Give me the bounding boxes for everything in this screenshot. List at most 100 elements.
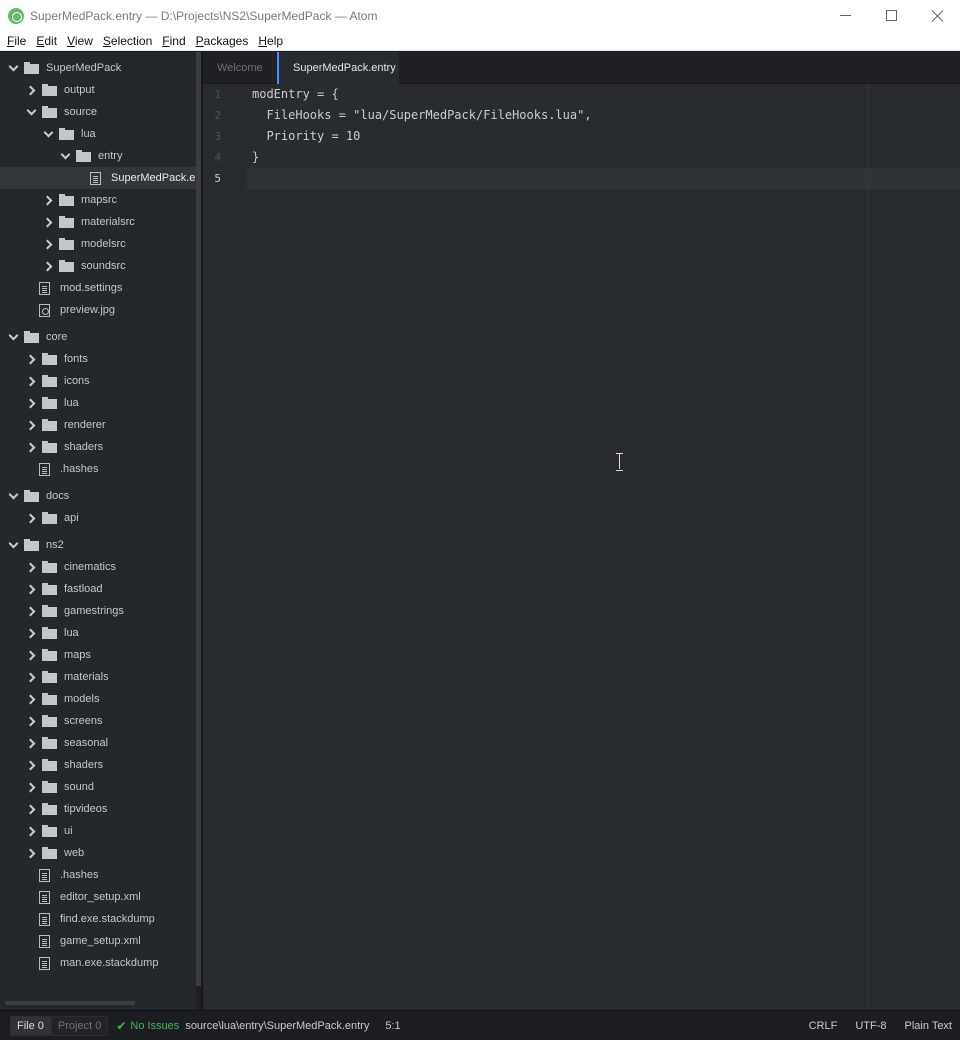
code-line[interactable]: modEntry = { bbox=[252, 87, 339, 101]
tree-folder-row[interactable]: lua bbox=[0, 622, 196, 644]
tree-folder-row[interactable]: tipvideos bbox=[0, 798, 196, 820]
chevron-right-icon[interactable] bbox=[26, 650, 36, 660]
chevron-right-icon[interactable] bbox=[26, 562, 36, 572]
chevron-right-icon[interactable] bbox=[26, 85, 36, 95]
tree-folder-row[interactable]: screens bbox=[0, 710, 196, 732]
tree-folder-row[interactable]: docs bbox=[0, 485, 196, 507]
tree-folder-row[interactable]: source bbox=[0, 101, 196, 123]
tree-folder-row[interactable]: output bbox=[0, 79, 196, 101]
chevron-right-icon[interactable] bbox=[43, 195, 53, 205]
menu-item[interactable]: Edit bbox=[31, 34, 62, 48]
tree-folder-row[interactable]: lua bbox=[0, 392, 196, 414]
tree-folder-row[interactable]: fonts bbox=[0, 348, 196, 370]
tree-folder-row[interactable]: modelsrc bbox=[0, 233, 196, 255]
menu-item[interactable]: Help bbox=[253, 34, 288, 48]
tree-folder-row[interactable]: core bbox=[0, 326, 196, 348]
text-editor[interactable]: 1 2 3 4 5 modEntry = { FileHooks = "lua/Supe… bbox=[203, 84, 960, 1010]
chevron-down-icon[interactable] bbox=[8, 332, 18, 342]
tree-folder-row[interactable]: fastload bbox=[0, 578, 196, 600]
menu-item[interactable]: View bbox=[62, 34, 98, 48]
chevron-right-icon[interactable] bbox=[26, 513, 36, 523]
chevron-down-icon[interactable] bbox=[26, 107, 36, 117]
chevron-right-icon[interactable] bbox=[26, 672, 36, 682]
chevron-right-icon[interactable] bbox=[26, 398, 36, 408]
chevron-right-icon[interactable] bbox=[26, 826, 36, 836]
tree-folder-row[interactable]: renderer bbox=[0, 414, 196, 436]
tree-file-row[interactable]: .hashes bbox=[0, 458, 196, 480]
tree-folder-row[interactable]: SuperMedPack bbox=[0, 57, 196, 79]
maximize-button[interactable] bbox=[868, 0, 914, 31]
tree-folder-row[interactable]: ns2 bbox=[0, 534, 196, 556]
chevron-right-icon[interactable] bbox=[26, 716, 36, 726]
code-line[interactable]: FileHooks = "lua/SuperMedPack/FileHooks.… bbox=[252, 108, 591, 122]
tree-folder-row[interactable]: materialsrc bbox=[0, 211, 196, 233]
chevron-down-icon[interactable] bbox=[8, 491, 18, 501]
tree-horizontal-scrollbar[interactable] bbox=[5, 1001, 135, 1005]
tree-folder-row[interactable]: ui bbox=[0, 820, 196, 842]
chevron-right-icon[interactable] bbox=[26, 420, 36, 430]
tree-folder-row[interactable]: soundsrc bbox=[0, 255, 196, 277]
linter-status[interactable]: No Issues bbox=[130, 1020, 179, 1032]
file-path[interactable]: source\lua\entry\SuperMedPack.entry bbox=[185, 1020, 369, 1032]
tree-file-row[interactable]: SuperMedPack.entry bbox=[0, 167, 196, 189]
chevron-down-icon[interactable] bbox=[8, 63, 18, 73]
menu-item[interactable]: Find bbox=[157, 34, 190, 48]
chevron-right-icon[interactable] bbox=[26, 442, 36, 452]
chevron-right-icon[interactable] bbox=[43, 261, 53, 271]
tree-file-row[interactable]: find.exe.stackdump bbox=[0, 908, 196, 930]
chevron-right-icon[interactable] bbox=[26, 606, 36, 616]
tab-supermedpack-entry[interactable]: SuperMedPack.entry bbox=[277, 52, 399, 84]
chevron-right-icon[interactable] bbox=[26, 782, 36, 792]
chevron-right-icon[interactable] bbox=[26, 804, 36, 814]
menu-item[interactable]: Packages bbox=[191, 34, 254, 48]
chevron-right-icon[interactable] bbox=[26, 354, 36, 364]
chevron-right-icon[interactable] bbox=[43, 239, 53, 249]
tree-folder-row[interactable]: entry bbox=[0, 145, 196, 167]
tree-file-row[interactable]: .hashes bbox=[0, 864, 196, 886]
line-ending-selector[interactable]: CRLF bbox=[809, 1020, 838, 1032]
file-issues-toggle[interactable]: File 0 bbox=[10, 1015, 51, 1036]
chevron-right-icon[interactable] bbox=[26, 628, 36, 638]
tree-folder-row[interactable]: shaders bbox=[0, 436, 196, 458]
tree-folder-row[interactable]: seasonal bbox=[0, 732, 196, 754]
grammar-selector[interactable]: Plain Text bbox=[905, 1020, 953, 1032]
tree-folder-row[interactable]: maps bbox=[0, 644, 196, 666]
tree-folder-row[interactable]: gamestrings bbox=[0, 600, 196, 622]
menu-item[interactable]: File bbox=[2, 34, 31, 48]
tab-welcome[interactable]: Welcome bbox=[203, 52, 277, 84]
tree-file-row[interactable]: editor_setup.xml bbox=[0, 886, 196, 908]
chevron-right-icon[interactable] bbox=[26, 848, 36, 858]
chevron-right-icon[interactable] bbox=[26, 694, 36, 704]
tree-file-row[interactable]: preview.jpg bbox=[0, 299, 196, 321]
tree-folder-row[interactable]: cinematics bbox=[0, 556, 196, 578]
encoding-selector[interactable]: UTF-8 bbox=[855, 1020, 886, 1032]
tree-folder-row[interactable]: icons bbox=[0, 370, 196, 392]
tree-file-row[interactable]: mod.settings bbox=[0, 277, 196, 299]
tree-folder-row[interactable]: materials bbox=[0, 666, 196, 688]
tree-folder-row[interactable]: mapsrc bbox=[0, 189, 196, 211]
tree-folder-row[interactable]: models bbox=[0, 688, 196, 710]
menu-item[interactable]: Selection bbox=[98, 34, 157, 48]
chevron-down-icon[interactable] bbox=[43, 129, 53, 139]
tree-file-row[interactable]: game_setup.xml bbox=[0, 930, 196, 952]
tree-folder-row[interactable]: lua bbox=[0, 123, 196, 145]
chevron-down-icon[interactable] bbox=[60, 151, 70, 161]
tree-file-row[interactable]: man.exe.stackdump bbox=[0, 952, 196, 974]
cursor-position[interactable]: 5:1 bbox=[385, 1020, 400, 1032]
code-line[interactable]: } bbox=[252, 150, 259, 164]
chevron-right-icon[interactable] bbox=[26, 584, 36, 594]
code-line[interactable]: Priority = 10 bbox=[252, 129, 360, 143]
close-button[interactable] bbox=[914, 0, 960, 31]
chevron-right-icon[interactable] bbox=[26, 760, 36, 770]
chevron-right-icon[interactable] bbox=[43, 217, 53, 227]
project-issues-toggle[interactable]: Project 0 bbox=[50, 1015, 109, 1036]
chevron-down-icon[interactable] bbox=[8, 540, 18, 550]
tree-folder-row[interactable]: web bbox=[0, 842, 196, 864]
tree-folder-row[interactable]: sound bbox=[0, 776, 196, 798]
chevron-right-icon[interactable] bbox=[26, 376, 36, 386]
tree-folder-row[interactable]: shaders bbox=[0, 754, 196, 776]
line-number-gutter[interactable]: 1 2 3 4 5 bbox=[203, 84, 243, 1010]
tree-folder-row[interactable]: api bbox=[0, 507, 196, 529]
minimize-button[interactable] bbox=[822, 0, 868, 31]
chevron-right-icon[interactable] bbox=[26, 738, 36, 748]
